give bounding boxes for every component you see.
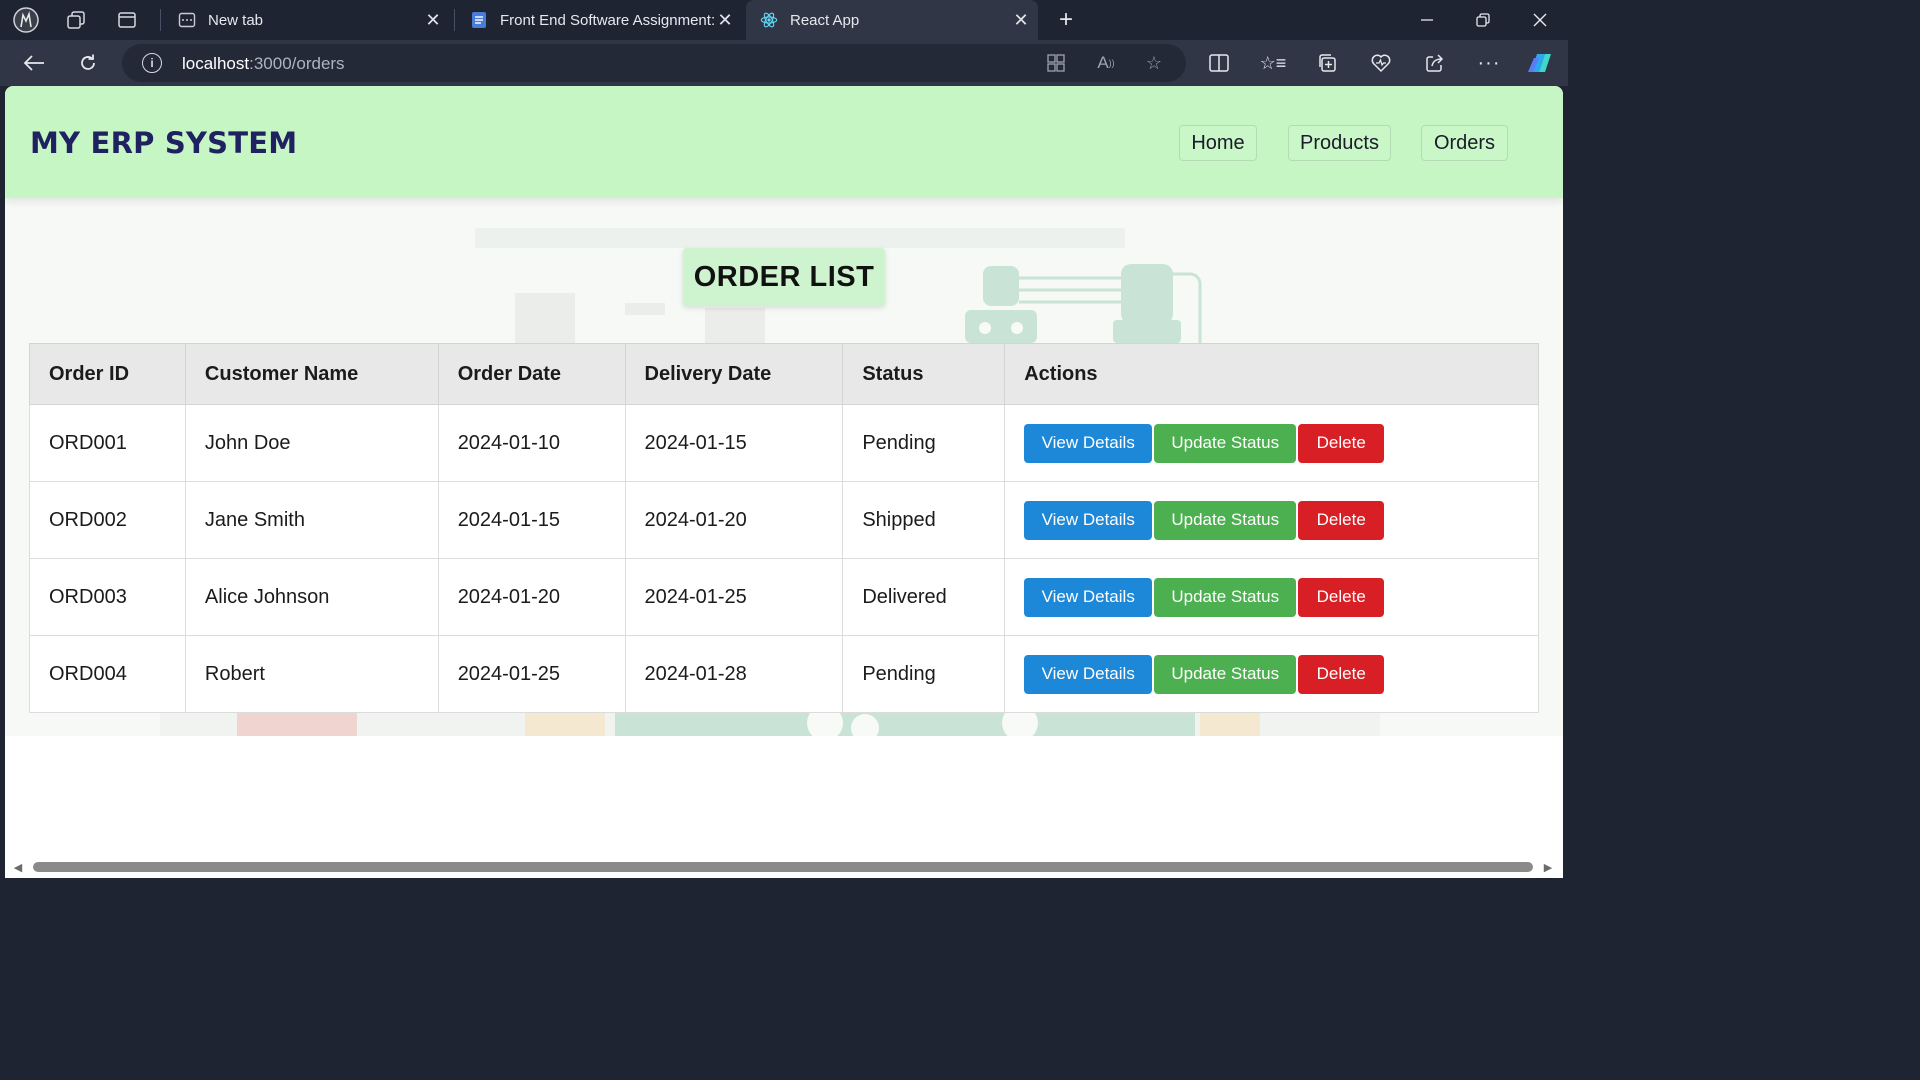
browser-toolbar: i localhost:3000/orders A)) ☆ ☆≡ ··· — [0, 40, 1568, 86]
scroll-right-arrow-icon[interactable]: ▶ — [1541, 860, 1555, 874]
tab-title: Front End Software Assignment: — [500, 11, 714, 29]
status-cell: Shipped — [842, 481, 1006, 559]
favorites-icon[interactable]: ☆≡ — [1257, 48, 1289, 78]
nav-home-button[interactable]: Home — [1179, 125, 1257, 161]
orders-main: ORDER LIST Order ID Customer Name Order … — [5, 198, 1563, 736]
order-date-cell: 2024-01-20 — [437, 558, 626, 636]
app-available-icon[interactable] — [1042, 50, 1070, 76]
status-cell: Pending — [842, 404, 1006, 482]
copilot-icon[interactable] — [1524, 48, 1556, 78]
close-window-icon[interactable] — [1512, 0, 1568, 40]
more-options-icon[interactable]: ··· — [1473, 48, 1505, 78]
react-icon — [760, 11, 778, 29]
profile-avatar-icon[interactable] — [12, 6, 40, 34]
table-row: ORD002 Jane Smith 2024-01-15 2024-01-20 … — [29, 481, 1539, 559]
vertical-tabs-icon[interactable] — [113, 6, 141, 34]
close-tab-icon[interactable]: ✕ — [422, 9, 444, 31]
order-date-cell: 2024-01-10 — [437, 404, 626, 482]
back-icon[interactable] — [18, 48, 50, 78]
favorite-star-icon[interactable]: ☆ — [1140, 50, 1168, 76]
order-date-cell: 2024-01-15 — [437, 481, 626, 559]
nav-products-button[interactable]: Products — [1288, 125, 1391, 161]
table-row: ORD001 John Doe 2024-01-10 2024-01-15 Pe… — [29, 404, 1539, 482]
customer-name-cell: Jane Smith — [184, 481, 439, 559]
delivery-date-cell: 2024-01-15 — [624, 404, 844, 482]
column-header-actions: Actions — [1004, 343, 1539, 405]
actions-cell: View Details Update Status Delete — [1004, 558, 1539, 636]
delete-button[interactable]: Delete — [1298, 500, 1385, 540]
tab-front-end-assignment[interactable]: Front End Software Assignment: ✕ — [456, 0, 742, 40]
delete-button[interactable]: Delete — [1298, 654, 1385, 694]
tab-react-app[interactable]: React App ✕ — [746, 0, 1038, 40]
table-row: ORD003 Alice Johnson 2024-01-20 2024-01-… — [29, 558, 1539, 636]
horizontal-scrollbar[interactable]: ◀ ▶ — [5, 856, 1563, 878]
share-icon[interactable] — [1419, 48, 1451, 78]
browser-tab-strip: New tab ✕ Front End Software Assignment:… — [0, 0, 1568, 40]
browser-essentials-icon[interactable] — [1365, 48, 1397, 78]
site-info-icon[interactable]: i — [142, 53, 162, 73]
scroll-left-arrow-icon[interactable]: ◀ — [11, 860, 25, 874]
order-id-cell: ORD001 — [29, 404, 186, 482]
customer-name-cell: John Doe — [184, 404, 439, 482]
view-details-button[interactable]: View Details — [1024, 500, 1153, 540]
address-bar[interactable]: i localhost:3000/orders A)) ☆ — [122, 44, 1186, 82]
table-row: ORD004 Robert 2024-01-25 2024-01-28 Pend… — [29, 635, 1539, 713]
column-header-delivery-date[interactable]: Delivery Date — [624, 343, 844, 405]
tab-title: React App — [790, 11, 860, 29]
column-header-order-id[interactable]: Order ID — [29, 343, 186, 405]
brand-title: MY ERP SYSTEM — [30, 126, 298, 160]
customer-name-cell: Alice Johnson — [184, 558, 439, 636]
update-status-button[interactable]: Update Status — [1154, 423, 1297, 463]
refresh-icon[interactable] — [72, 48, 104, 78]
view-details-button[interactable]: View Details — [1024, 423, 1153, 463]
delivery-date-cell: 2024-01-28 — [624, 635, 844, 713]
docs-icon — [470, 11, 488, 29]
update-status-button[interactable]: Update Status — [1154, 500, 1297, 540]
delete-button[interactable]: Delete — [1298, 577, 1385, 617]
new-tab-icon[interactable]: + — [1052, 6, 1080, 34]
update-status-button[interactable]: Update Status — [1154, 654, 1297, 694]
actions-cell: View Details Update Status Delete — [1004, 635, 1539, 713]
new-tab-page-icon — [178, 11, 196, 29]
column-header-status[interactable]: Status — [842, 343, 1006, 405]
workspaces-icon[interactable] — [62, 6, 90, 34]
delete-button[interactable]: Delete — [1298, 423, 1385, 463]
status-cell: Delivered — [842, 558, 1006, 636]
minimize-icon[interactable] — [1399, 0, 1455, 40]
collections-icon[interactable] — [1311, 48, 1343, 78]
delivery-date-cell: 2024-01-20 — [624, 481, 844, 559]
url-text: localhost:3000/orders — [182, 54, 345, 73]
tab-new-tab[interactable]: New tab ✕ — [164, 0, 450, 40]
orders-table: Order ID Customer Name Order Date Delive… — [29, 343, 1539, 713]
order-id-cell: ORD003 — [29, 558, 186, 636]
delivery-date-cell: 2024-01-25 — [624, 558, 844, 636]
scrollbar-thumb[interactable] — [33, 862, 1533, 872]
order-date-cell: 2024-01-25 — [437, 635, 626, 713]
order-id-cell: ORD002 — [29, 481, 186, 559]
close-tab-icon[interactable]: ✕ — [1010, 9, 1032, 31]
nav-orders-button[interactable]: Orders — [1421, 125, 1508, 161]
view-details-button[interactable]: View Details — [1024, 654, 1153, 694]
page-viewport: MY ERP SYSTEM Home Products Orders ORDER… — [5, 86, 1563, 878]
restore-icon[interactable] — [1455, 0, 1511, 40]
table-header-row: Order ID Customer Name Order Date Delive… — [29, 343, 1539, 405]
update-status-button[interactable]: Update Status — [1154, 577, 1297, 617]
page-title: ORDER LIST — [683, 248, 885, 306]
column-header-order-date[interactable]: Order Date — [437, 343, 626, 405]
column-header-customer-name[interactable]: Customer Name — [184, 343, 439, 405]
status-cell: Pending — [842, 635, 1006, 713]
actions-cell: View Details Update Status Delete — [1004, 481, 1539, 559]
app-header: MY ERP SYSTEM Home Products Orders — [5, 86, 1563, 198]
order-id-cell: ORD004 — [29, 635, 186, 713]
customer-name-cell: Robert — [184, 635, 439, 713]
view-details-button[interactable]: View Details — [1024, 577, 1153, 617]
read-aloud-icon[interactable]: A)) — [1092, 50, 1120, 76]
split-screen-icon[interactable] — [1203, 48, 1235, 78]
close-tab-icon[interactable]: ✕ — [714, 9, 736, 31]
tab-title: New tab — [208, 11, 264, 29]
actions-cell: View Details Update Status Delete — [1004, 404, 1539, 482]
